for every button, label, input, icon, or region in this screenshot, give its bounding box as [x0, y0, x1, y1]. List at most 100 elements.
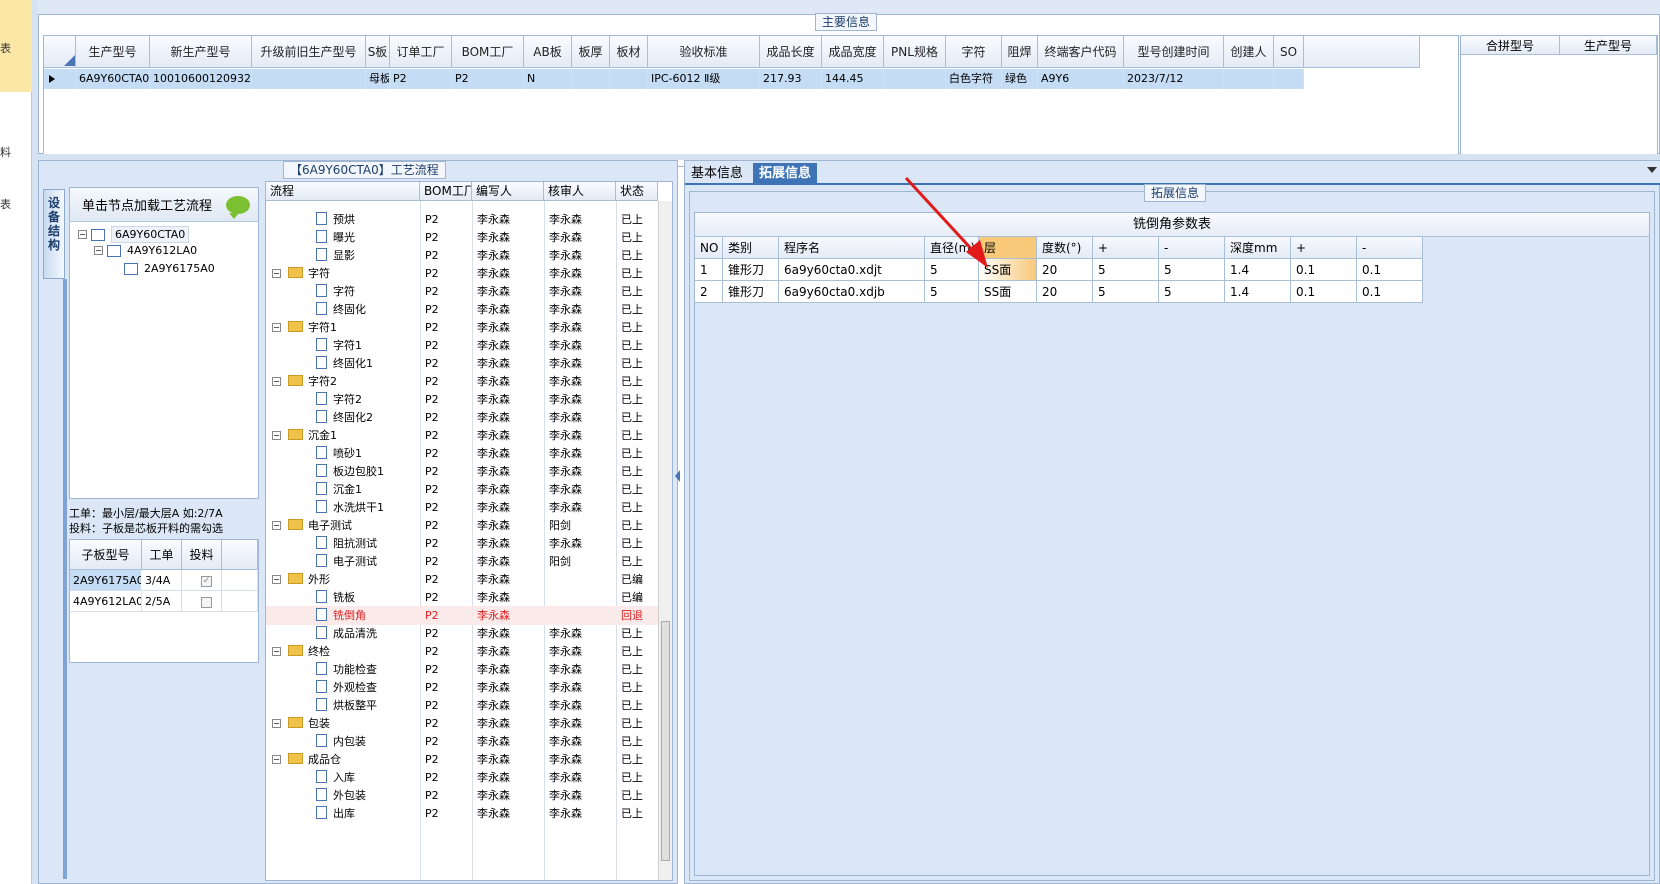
- main-cell[interactable]: 6A9Y60CTA0: [76, 69, 150, 89]
- flow-row[interactable]: − 外形 P2 李永森 已编: [266, 570, 658, 589]
- main-cell[interactable]: 白色字符: [946, 69, 1002, 89]
- sub-board-order[interactable]: 3/4A: [142, 570, 182, 591]
- main-cell[interactable]: 绿色: [1002, 69, 1038, 89]
- flow-step[interactable]: 铣倒角: [316, 606, 366, 625]
- flow-step[interactable]: 沉金1: [316, 480, 362, 499]
- flow-row[interactable]: 烘板整平 P2 李永森 李永森 已上: [266, 696, 658, 715]
- collapse-icon[interactable]: −: [272, 431, 281, 440]
- mill-col-header[interactable]: +: [1093, 237, 1159, 259]
- flow-row[interactable]: 入库 P2 李永森 李永森 已上: [266, 768, 658, 787]
- main-cell[interactable]: [572, 69, 610, 89]
- main-col-header[interactable]: 成品长度: [760, 36, 822, 68]
- main-col-header[interactable]: 终端客户代码: [1038, 36, 1124, 68]
- flow-col-header[interactable]: 状态: [616, 182, 658, 201]
- mill-cell[interactable]: 2: [695, 281, 723, 303]
- flow-row[interactable]: 内包装 P2 李永森 李永森 已上: [266, 732, 658, 751]
- flow-row[interactable]: 显影 P2 李永森 李永森 已上: [266, 246, 658, 265]
- tab-basic-info[interactable]: 基本信息: [685, 163, 749, 185]
- flow-step[interactable]: 内包装: [316, 732, 366, 751]
- mill-cell[interactable]: 1.4: [1225, 259, 1291, 281]
- sub-board-feed[interactable]: ✓: [182, 570, 222, 591]
- flow-scrollbar[interactable]: [658, 201, 672, 880]
- sub-board-order[interactable]: 2/5A: [142, 591, 182, 612]
- flow-step[interactable]: 字符1: [288, 318, 337, 337]
- main-cell[interactable]: 10010600120932: [150, 69, 252, 89]
- flow-row[interactable]: 水洗烘干1 P2 李永森 李永森 已上: [266, 498, 658, 517]
- main-cell[interactable]: 母板: [366, 69, 390, 89]
- mill-col-header[interactable]: 深度mm: [1225, 237, 1291, 259]
- flow-row[interactable]: 终固化1 P2 李永森 李永森 已上: [266, 354, 658, 373]
- flow-col-header[interactable]: 编写人: [472, 182, 544, 201]
- main-cell[interactable]: [610, 69, 648, 89]
- mill-cell[interactable]: 5: [925, 259, 979, 281]
- collapse-icon[interactable]: −: [272, 377, 281, 386]
- tab-menu-dropdown-icon[interactable]: [1647, 167, 1657, 173]
- sub-board-feed[interactable]: [182, 591, 222, 612]
- flow-row[interactable]: 外观检查 P2 李永森 李永森 已上: [266, 678, 658, 697]
- mill-cell[interactable]: 5: [1159, 281, 1225, 303]
- mill-cell[interactable]: 0.1: [1357, 281, 1423, 303]
- main-col-header[interactable]: 验收标准: [648, 36, 760, 68]
- mill-data-row[interactable]: 2 锥形刀 6a9y60cta0.xdjb 5 SS面 20 5 5 1.4 0.1 0.1: [695, 281, 1423, 303]
- collapse-icon[interactable]: −: [272, 719, 281, 728]
- main-col-header[interactable]: 阻焊: [1002, 36, 1038, 68]
- flow-row[interactable]: 曝光 P2 李永森 李永森 已上: [266, 228, 658, 247]
- flow-step[interactable]: 铣板: [316, 588, 355, 607]
- mill-cell[interactable]: 6a9y60cta0.xdjt: [779, 259, 925, 281]
- flow-step[interactable]: 电子测试: [288, 516, 352, 535]
- main-col-header[interactable]: SO: [1274, 36, 1304, 68]
- collapse-icon[interactable]: −: [272, 269, 281, 278]
- collapse-icon[interactable]: −: [272, 647, 281, 656]
- sub-col-header[interactable]: 投料: [182, 540, 222, 570]
- tree-node-root[interactable]: − 6A9Y60CTA0: [78, 226, 190, 243]
- speech-bubble-icon[interactable]: [226, 196, 250, 219]
- flow-step[interactable]: 板边包胶1: [316, 462, 384, 481]
- mill-cell[interactable]: 20: [1037, 281, 1093, 303]
- collapse-icon[interactable]: −: [272, 575, 281, 584]
- mill-col-header[interactable]: -: [1357, 237, 1423, 259]
- flow-row[interactable]: − 字符 P2 李永森 李永森 已上: [266, 264, 658, 283]
- flow-row[interactable]: 出库 P2 李永森 李永森 已上: [266, 804, 658, 823]
- mill-cell[interactable]: 1.4: [1225, 281, 1291, 303]
- flow-row[interactable]: 外包装 P2 李永森 李永森 已上: [266, 786, 658, 805]
- mill-cell[interactable]: SS面: [979, 281, 1037, 303]
- flow-row[interactable]: 字符 P2 李永森 李永森 已上: [266, 282, 658, 301]
- flow-row[interactable]: 沉金1 P2 李永森 李永森 已上: [266, 480, 658, 499]
- main-col-header[interactable]: 新生产型号: [150, 36, 252, 68]
- mill-col-header[interactable]: 直径(m): [925, 237, 979, 259]
- flow-step[interactable]: 终固化2: [316, 408, 373, 427]
- merge-col-header[interactable]: 合拼型号: [1461, 36, 1560, 55]
- mill-cell[interactable]: 5: [1093, 281, 1159, 303]
- flow-step[interactable]: 字符2: [288, 372, 337, 391]
- flow-row[interactable]: 终固化 P2 李永森 李永森 已上: [266, 300, 658, 319]
- main-col-header[interactable]: BOM工厂: [452, 36, 524, 68]
- flow-step[interactable]: 成品仓: [288, 750, 341, 769]
- flow-row[interactable]: 终固化2 P2 李永森 李永森 已上: [266, 408, 658, 427]
- mill-col-header[interactable]: NO: [695, 237, 723, 259]
- mill-cell[interactable]: 1: [695, 259, 723, 281]
- feed-checkbox[interactable]: ✓: [201, 575, 212, 587]
- panel-splitter-handle[interactable]: [674, 400, 682, 560]
- main-cell[interactable]: [252, 69, 366, 89]
- flow-step[interactable]: 包装: [288, 714, 330, 733]
- sub-board-row[interactable]: 2A9Y6175A0 3/4A ✓: [70, 570, 258, 591]
- main-col-header[interactable]: S板: [366, 36, 390, 68]
- main-cell[interactable]: P2: [452, 69, 524, 89]
- main-col-header[interactable]: 创建人: [1224, 36, 1274, 68]
- flow-row[interactable]: 预烘 P2 李永森 李永森 已上: [266, 210, 658, 229]
- flow-step[interactable]: 成品清洗: [316, 624, 377, 643]
- main-cell[interactable]: IPC-6012 Ⅱ级: [648, 69, 760, 89]
- flow-step[interactable]: 外包装: [316, 786, 366, 805]
- flow-step[interactable]: 出库: [316, 804, 355, 823]
- left-nav-label[interactable]: 表: [0, 40, 11, 56]
- main-cell[interactable]: 2023/7/12: [1124, 69, 1224, 89]
- flow-row-selected[interactable]: 铣倒角 P2 李永森 回退: [266, 606, 658, 625]
- tree-node-label[interactable]: 6A9Y60CTA0: [111, 226, 190, 243]
- mill-cell[interactable]: 0.1: [1291, 281, 1357, 303]
- flow-step[interactable]: 烘板整平: [316, 696, 377, 715]
- tree-node-label[interactable]: 4A9Y612LA0: [127, 244, 197, 257]
- main-cell[interactable]: P2: [390, 69, 452, 89]
- main-cell[interactable]: 144.45: [822, 69, 884, 89]
- flow-step[interactable]: 外形: [288, 570, 330, 589]
- flow-step[interactable]: 终固化: [316, 300, 366, 319]
